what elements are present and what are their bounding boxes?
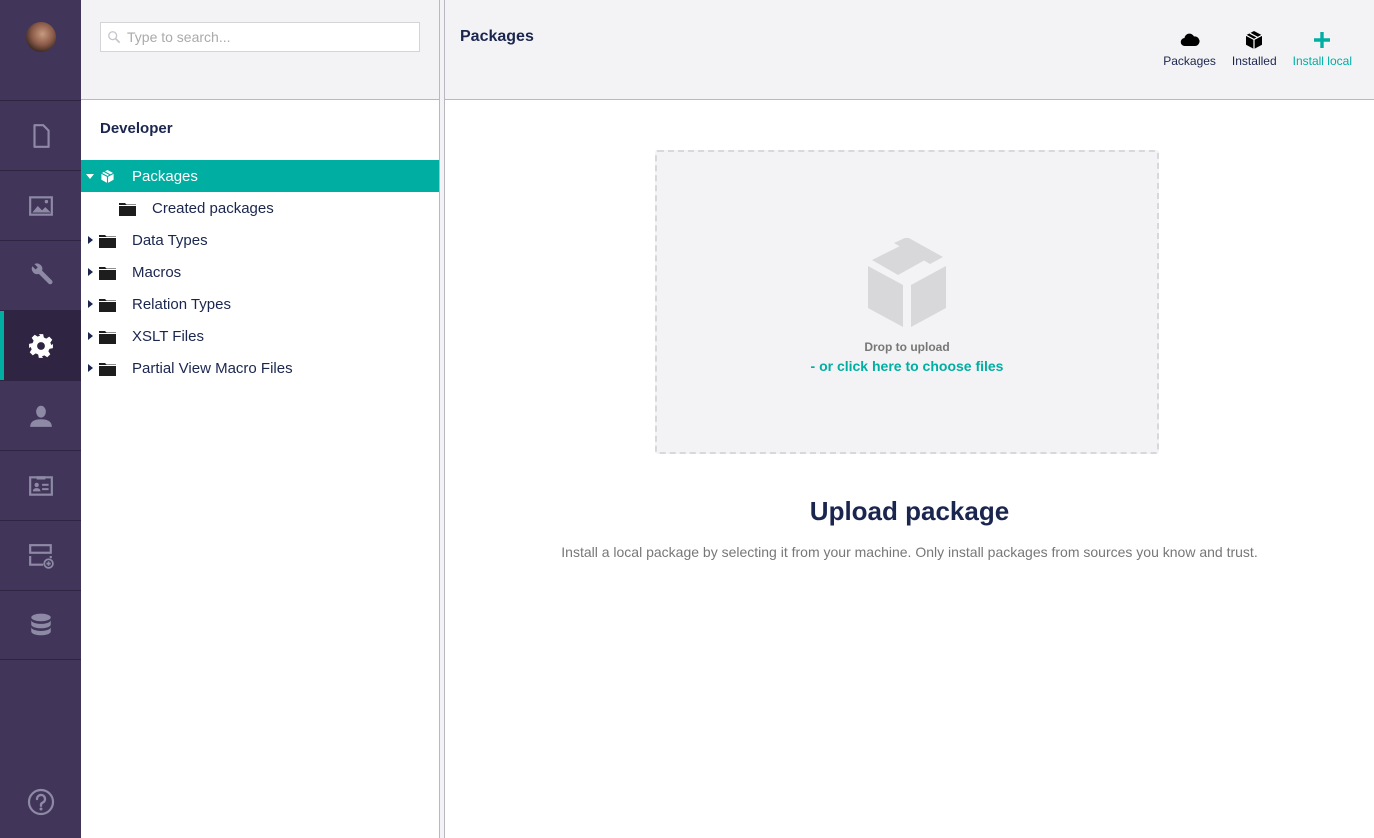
main-header: Packages Packages Installed Install loca…	[445, 0, 1374, 100]
folder-icon	[119, 201, 143, 216]
tree-item-label: Partial View Macro Files	[132, 359, 293, 377]
image-icon	[28, 195, 53, 216]
tree-item-packages[interactable]: Packages	[81, 160, 439, 192]
tree-item-label: Macros	[132, 263, 182, 281]
upload-package-description: Install a local package by selecting it …	[561, 544, 1258, 560]
database-icon	[30, 613, 51, 636]
tree-item-relation-types[interactable]: Relation Types	[81, 288, 439, 320]
search-box[interactable]	[100, 22, 420, 52]
caret-right-icon[interactable]	[81, 236, 99, 244]
tree-item-label: Packages	[132, 167, 198, 185]
tree-item-label: XSLT Files	[132, 327, 204, 345]
tree-header	[81, 0, 439, 100]
caret-right-icon[interactable]	[81, 332, 99, 340]
search-icon	[108, 31, 121, 44]
folder-icon	[99, 329, 123, 344]
tree-panel: Developer Packages Created packages Data…	[81, 0, 439, 838]
plus-icon	[1314, 32, 1331, 48]
search-input[interactable]	[127, 29, 407, 45]
tree-item-data-types[interactable]: Data Types	[81, 224, 439, 256]
user-icon	[29, 405, 52, 427]
tree-root-developer[interactable]: Developer	[81, 100, 439, 160]
tree-item-macros[interactable]: Macros	[81, 256, 439, 288]
caret-right-icon[interactable]	[81, 268, 99, 276]
section-members[interactable]	[0, 450, 81, 520]
section-media[interactable]	[0, 170, 81, 240]
upload-package-heading: Upload package	[809, 496, 1010, 526]
package-box-icon	[868, 238, 946, 327]
caret-right-icon[interactable]	[81, 300, 99, 308]
upload-dropzone[interactable]: Drop to upload - or click here to choose…	[655, 150, 1159, 454]
tree-item-label: Data Types	[132, 231, 208, 249]
sub-nav-install-local[interactable]: Install local	[1285, 30, 1360, 68]
tree-item-partial-view-macro-files[interactable]: Partial View Macro Files	[81, 352, 439, 384]
avatar-container	[0, 0, 81, 100]
section-settings[interactable]	[0, 240, 81, 310]
package-icon	[99, 169, 123, 184]
box-icon	[1245, 31, 1263, 49]
folder-icon	[99, 265, 123, 280]
sections-sidebar	[0, 0, 81, 838]
cloud-icon	[1180, 33, 1200, 47]
tree-item-created-packages[interactable]: Created packages	[81, 192, 439, 224]
folder-icon	[99, 233, 123, 248]
help-button[interactable]	[0, 788, 81, 816]
main-panel: Packages Packages Installed Install loca…	[445, 0, 1374, 838]
section-developer[interactable]	[0, 310, 81, 380]
section-forms[interactable]	[0, 520, 81, 590]
folder-icon	[99, 297, 123, 312]
id-card-icon	[28, 475, 53, 496]
caret-down-icon[interactable]	[81, 172, 99, 180]
sub-nav-label: Installed	[1231, 54, 1277, 68]
caret-right-icon[interactable]	[81, 364, 99, 372]
help-icon	[27, 788, 54, 816]
drop-to-upload-text: Drop to upload	[864, 340, 950, 354]
sub-nav-installed[interactable]: Installed	[1224, 30, 1285, 68]
sub-nav-label: Packages	[1163, 54, 1216, 68]
gear-icon	[28, 333, 53, 358]
sub-nav-packages[interactable]: Packages	[1155, 30, 1224, 68]
tree-item-label: Created packages	[152, 199, 274, 217]
page-title: Packages	[460, 28, 534, 45]
folder-icon	[99, 361, 123, 376]
section-content[interactable]	[0, 100, 81, 170]
tree-item-xslt-files[interactable]: XSLT Files	[81, 320, 439, 352]
avatar[interactable]	[25, 22, 56, 52]
document-icon	[32, 123, 50, 148]
sub-navigation: Packages Installed Install local	[1155, 30, 1360, 68]
wrench-icon	[31, 263, 53, 284]
section-users[interactable]	[0, 380, 81, 450]
choose-files-link[interactable]: - or click here to choose files	[657, 358, 1157, 374]
section-database[interactable]	[0, 590, 81, 660]
sub-nav-label: Install local	[1292, 54, 1352, 68]
tree-item-label: Relation Types	[132, 295, 231, 313]
form-add-icon	[28, 543, 54, 569]
